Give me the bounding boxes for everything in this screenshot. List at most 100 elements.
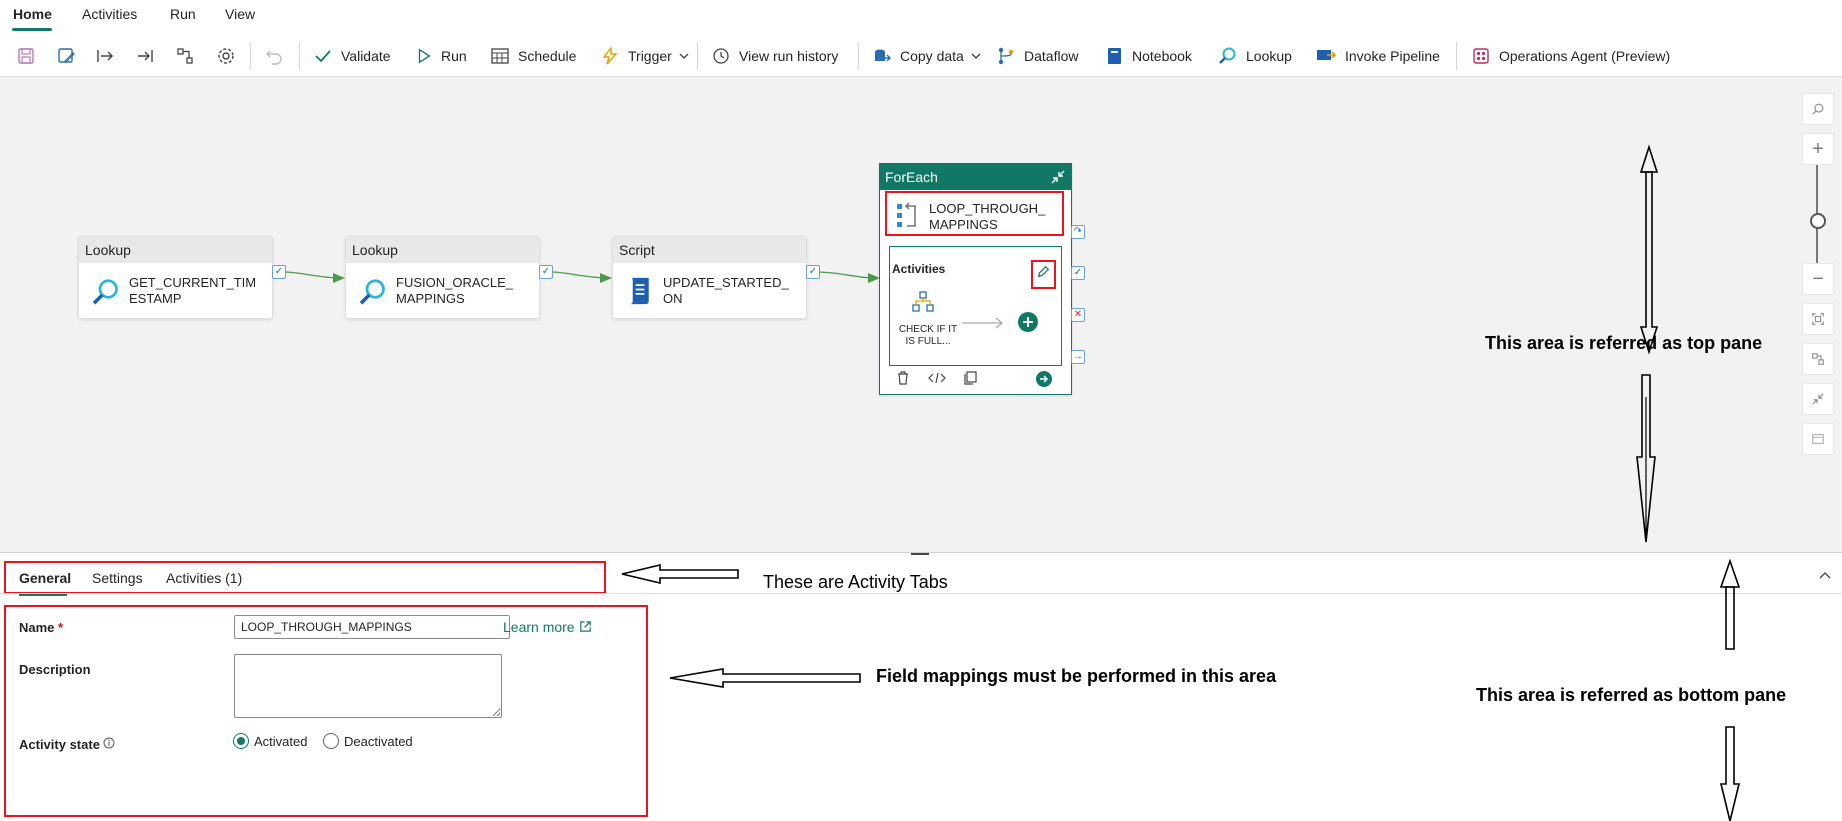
failure-output-handle[interactable]: ✕ — [1071, 308, 1085, 322]
copy-data-icon — [875, 49, 891, 62]
delete-icon[interactable] — [895, 370, 911, 386]
activity-name: UPDATE_STARTED_ ON — [663, 275, 789, 306]
toolbar-divider — [858, 42, 859, 70]
copy-icon[interactable] — [962, 370, 978, 386]
tabs-divider — [0, 593, 1842, 594]
go-to-activity-icon[interactable] — [1035, 370, 1053, 388]
lookup-icon — [359, 279, 385, 305]
operations-agent-button[interactable]: Operations Agent (Preview) — [1471, 44, 1670, 68]
skip-output-handle[interactable]: ↷ — [1071, 225, 1085, 239]
collapse-icon[interactable] — [1050, 169, 1066, 185]
if-condition-icon — [912, 291, 934, 312]
name-highlight-box — [885, 191, 1064, 236]
activity-type-label: Script — [613, 237, 806, 263]
auto-layout-icon[interactable] — [175, 46, 195, 66]
activity-type-label: Lookup — [79, 237, 272, 263]
minimap-icon — [1812, 434, 1824, 444]
dataflow-icon — [998, 47, 1014, 65]
invoke-pipeline-icon — [1317, 50, 1337, 60]
lookup-icon — [1219, 47, 1236, 64]
gear-icon[interactable] — [216, 46, 236, 66]
lookup-icon — [92, 279, 118, 305]
collapse-all-button[interactable] — [1802, 383, 1834, 415]
auto-align-button[interactable] — [1802, 343, 1834, 375]
play-icon — [418, 48, 431, 64]
history-icon — [713, 48, 729, 64]
bottom-pane-annotation: This area is referred as bottom pane — [1476, 685, 1787, 705]
menu-tab-activities[interactable]: Activities — [82, 6, 137, 22]
chevron-up-icon[interactable] — [1818, 569, 1832, 583]
trigger-label: Trigger — [628, 48, 672, 64]
toolbar-divider — [697, 42, 698, 70]
schedule-label: Schedule — [518, 48, 577, 64]
chevron-down-icon — [679, 53, 689, 59]
inner-activities-label: Activities — [892, 262, 946, 276]
menu-tab-view[interactable]: View — [225, 6, 255, 22]
arrow-to-end-icon[interactable] — [135, 46, 155, 66]
foreach-activity-node[interactable]: ForEach LOOP_THROUGH_ MAPPINGS Activitie… — [879, 163, 1072, 395]
search-button[interactable] — [1802, 93, 1834, 125]
add-activity-icon[interactable] — [1017, 311, 1039, 333]
activity-type-label: ForEach — [880, 164, 1071, 190]
menu-tab-run[interactable]: Run — [170, 6, 196, 22]
trigger-button[interactable]: Trigger — [600, 44, 690, 68]
invoke-pipeline-label: Invoke Pipeline — [1345, 48, 1440, 64]
dataflow-button[interactable]: Dataflow — [996, 44, 1078, 68]
activity-name: FUSION_ORACLE_ MAPPINGS — [396, 275, 514, 306]
indent-icon[interactable] — [95, 46, 115, 66]
activity-type-label: Lookup — [346, 237, 539, 263]
lookup-activity-node[interactable]: Lookup FUSION_ORACLE_ MAPPINGS — [345, 236, 540, 319]
menu-tab-home[interactable]: Home — [13, 6, 52, 22]
save-as-icon[interactable] — [56, 46, 76, 66]
lookup-button[interactable]: Lookup — [1218, 44, 1292, 68]
script-activity-node[interactable]: Script UPDATE_STARTED_ ON — [612, 236, 807, 319]
schedule-button[interactable]: Schedule — [490, 44, 576, 68]
plus-icon: + — [1812, 137, 1824, 160]
lookup-activity-node[interactable]: Lookup GET_CURRENT_TIM ESTAMP — [78, 236, 273, 319]
fields-highlight-box — [4, 605, 648, 817]
view-run-history-label: View run history — [739, 48, 839, 64]
search-icon — [1812, 103, 1824, 115]
activity-tabs-annotation: These are Activity Tabs — [763, 572, 948, 592]
toolbar-divider — [1456, 42, 1457, 70]
fit-to-screen-button[interactable] — [1802, 303, 1834, 335]
minimap-button[interactable] — [1802, 423, 1834, 455]
completion-output-handle[interactable]: → — [1071, 350, 1085, 364]
save-icon[interactable] — [16, 46, 36, 66]
notebook-label: Notebook — [1132, 48, 1192, 64]
lookup-label: Lookup — [1246, 48, 1292, 64]
run-button[interactable]: Run — [415, 44, 467, 68]
success-output-handle[interactable]: ✓ — [1071, 266, 1085, 280]
code-icon[interactable] — [928, 370, 946, 386]
inner-activity-name[interactable]: CHECK IF IT IS FULL... — [898, 324, 958, 348]
inner-activities-container[interactable]: Activities CHECK IF IT IS FULL... — [889, 246, 1062, 366]
view-run-history-button[interactable]: View run history — [711, 44, 838, 68]
success-output-handle[interactable]: ✓ — [806, 265, 820, 279]
invoke-pipeline-button[interactable]: Invoke Pipeline — [1315, 44, 1440, 68]
operations-agent-icon — [1473, 48, 1489, 64]
pencil-icon[interactable] — [1036, 265, 1050, 279]
undo-icon[interactable] — [264, 46, 284, 66]
top-pane-annotation: This area is referred as top pane — [1485, 333, 1763, 353]
zoom-out-button[interactable]: − — [1802, 263, 1834, 295]
pane-resize-handle[interactable] — [911, 553, 929, 555]
tabs-highlight-box — [4, 561, 606, 594]
zoom-in-button[interactable]: + — [1802, 133, 1834, 165]
minus-icon: − — [1812, 267, 1824, 290]
copy-data-button[interactable]: Copy data — [872, 44, 982, 68]
validate-label: Validate — [341, 48, 391, 64]
activity-name: GET_CURRENT_TIM ESTAMP — [129, 275, 257, 306]
fit-screen-icon — [1812, 313, 1824, 325]
success-output-handle[interactable]: ✓ — [539, 265, 553, 279]
copy-data-label: Copy data — [900, 48, 964, 64]
auto-align-icon — [1812, 353, 1824, 365]
zoom-slider-thumb[interactable] — [1810, 213, 1826, 229]
toolbar-divider — [299, 42, 300, 70]
run-label: Run — [441, 48, 467, 64]
validate-button[interactable]: Validate — [313, 44, 391, 68]
toolbar-divider — [250, 42, 251, 70]
properties-pane: General Settings Activities (1) These ar… — [0, 552, 1842, 821]
success-output-handle[interactable]: ✓ — [272, 265, 286, 279]
notebook-button[interactable]: Notebook — [1104, 44, 1192, 68]
annotation-arrow-left-icon — [669, 668, 861, 688]
